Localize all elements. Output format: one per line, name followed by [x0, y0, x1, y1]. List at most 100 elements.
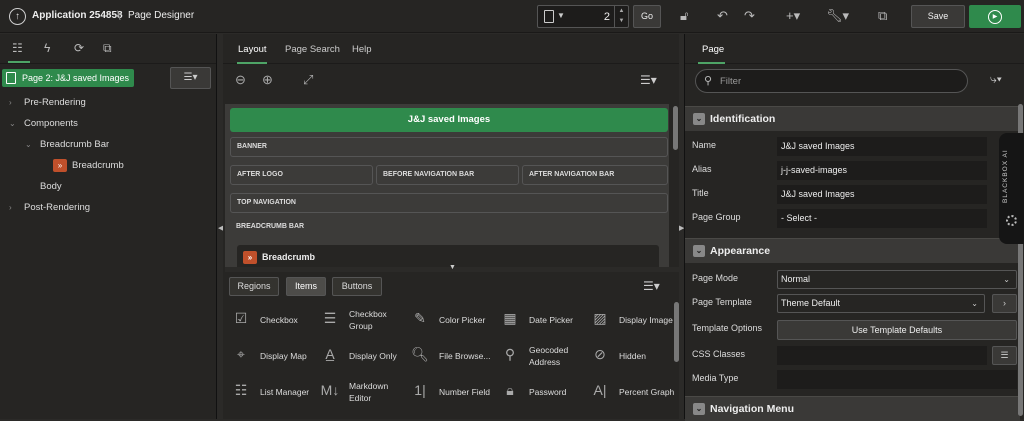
collapse-section-icon[interactable]: ⌄: [693, 403, 705, 415]
css-classes-list-button[interactable]: ☰: [992, 346, 1017, 365]
property-template-options: Template Options Use Template Defaults: [685, 317, 1020, 341]
region-after-navigation-bar[interactable]: AFTER NAVIGATION BAR: [522, 165, 668, 185]
dynamic-actions-tab-icon[interactable]: ϟ: [44, 41, 50, 55]
property-editor: Page ⚲ ⤷▾ ⌄ Identification Name J&J save…: [684, 34, 1024, 421]
shared-components-tab-icon[interactable]: ⧉: [103, 41, 112, 56]
tree-node-components[interactable]: ⌄ Components: [9, 118, 78, 129]
shared-components-icon[interactable]: ⧉: [878, 8, 887, 24]
region-top-navigation[interactable]: TOP NAVIGATION: [230, 193, 668, 213]
collapse-down-icon[interactable]: ▼: [449, 264, 456, 271]
gallery-item-geocoded-address[interactable]: ⚲ Geocoded Address: [496, 338, 584, 376]
gallery-item-number-field[interactable]: 1| Number Field: [406, 374, 494, 412]
collapse-icon[interactable]: ⌄: [25, 140, 32, 149]
tab-help[interactable]: Help: [352, 44, 372, 55]
gallery-item-file-browse[interactable]: 🔍︎ File Browse...: [406, 338, 494, 376]
undo-icon[interactable]: ↶: [717, 8, 728, 24]
region-after-logo[interactable]: AFTER LOGO: [230, 165, 373, 185]
section-appearance[interactable]: ⌄ Appearance: [685, 238, 1020, 263]
chevron-down-icon: ⌄: [971, 299, 978, 308]
tab-regions[interactable]: Regions: [229, 277, 279, 296]
gallery-item-checkbox-group[interactable]: ☰ Checkbox Group: [316, 302, 404, 340]
page-title-banner[interactable]: J&J saved Images: [230, 108, 668, 132]
tab-layout[interactable]: Layout: [238, 44, 267, 55]
gallery-item-date-picker[interactable]: ▦ Date Picker: [496, 302, 584, 340]
section-identification[interactable]: ⌄ Identification: [685, 106, 1020, 131]
expand-icon[interactable]: ›: [9, 98, 12, 107]
title-field[interactable]: J&J saved Images: [777, 185, 987, 204]
page-template-select[interactable]: Theme Default ⌄: [777, 294, 985, 313]
create-menu-icon[interactable]: +▾: [786, 8, 800, 24]
page-selector[interactable]: ▼ 2 ▲ ▼: [537, 5, 629, 28]
zoom-out-icon[interactable]: ⊖: [235, 72, 246, 88]
gallery-item-display-map[interactable]: ⌖ Display Map: [227, 338, 315, 376]
page-mode-select[interactable]: Normal ⌄: [777, 270, 1017, 289]
region-banner[interactable]: BANNER: [230, 137, 668, 157]
tab-page-search[interactable]: Page Search: [285, 44, 340, 55]
go-button[interactable]: Go: [633, 5, 661, 28]
collapse-section-icon[interactable]: ⌄: [693, 245, 705, 257]
tree-menu-button[interactable]: ☰▾: [170, 67, 211, 89]
filter-input[interactable]: [720, 74, 960, 88]
layout-scrollbar[interactable]: [673, 106, 678, 150]
app-home-icon[interactable]: ↑: [9, 8, 26, 25]
tab-page[interactable]: Page: [702, 44, 724, 55]
gallery-item-display-only[interactable]: A̲ Display Only: [316, 338, 404, 376]
media-type-field[interactable]: [777, 370, 1017, 389]
page-number-stepper[interactable]: ▲ ▼: [614, 6, 628, 27]
layout-menu-button[interactable]: ☰▾: [640, 73, 657, 87]
tree-node-breadcrumb[interactable]: » Breadcrumb: [53, 159, 124, 172]
password-icon: 🔒︎: [506, 382, 514, 398]
utilities-wrench-icon[interactable]: 🔧︎▾: [826, 8, 849, 24]
collapse-section-icon[interactable]: ⌄: [693, 113, 705, 125]
gallery-item-percent-graph[interactable]: A| Percent Graph: [586, 374, 675, 412]
gallery-item-markdown-editor[interactable]: M↓ Markdown Editor: [316, 374, 404, 412]
gallery-item-list-manager[interactable]: ☷ List Manager: [227, 374, 315, 412]
gallery-item-password[interactable]: 🔒︎ Password: [496, 374, 584, 412]
collapse-icon[interactable]: ⌄: [9, 119, 16, 128]
rendering-tab-icon[interactable]: ☷: [12, 41, 23, 55]
expand-icon[interactable]: ›: [9, 203, 12, 212]
use-template-defaults-button[interactable]: Use Template Defaults: [777, 320, 1017, 340]
gallery-item-hidden[interactable]: ⊘ Hidden: [586, 338, 674, 376]
layout-canvas[interactable]: J&J saved Images BANNER AFTER LOGO BEFOR…: [225, 104, 669, 270]
file-browse-icon: 🔍︎: [411, 346, 429, 362]
tree-node-breadcrumb-bar[interactable]: ⌄ Breadcrumb Bar: [25, 139, 109, 150]
display-map-icon: ⌖: [237, 346, 245, 362]
gallery-item-display-image[interactable]: ▨ Display Image: [586, 302, 674, 340]
breadcrumb-icon: »: [243, 251, 257, 265]
alias-field[interactable]: j-j-saved-images: [777, 161, 987, 180]
property-alias: Alias j-j-saved-images: [685, 158, 1020, 182]
tree-node-body[interactable]: Body: [40, 181, 62, 192]
property-title: Title J&J saved Images: [685, 182, 1020, 206]
page-group-select[interactable]: - Select -: [777, 209, 987, 228]
gallery-item-color-picker[interactable]: ✎ Color Picker: [406, 302, 494, 340]
tree-node-post-rendering[interactable]: › Post-Rendering: [9, 202, 90, 213]
blackbox-ai-widget[interactable]: BLACKBOX AI: [999, 133, 1024, 244]
run-button[interactable]: ▶: [969, 5, 1021, 28]
gallery-menu-button[interactable]: ☰▾: [643, 279, 660, 293]
application-title[interactable]: Application 254858: [32, 10, 123, 21]
go-to-template-button[interactable]: ›: [992, 294, 1017, 313]
css-classes-field[interactable]: [777, 346, 987, 365]
name-field[interactable]: J&J saved Images: [777, 137, 987, 156]
tab-buttons[interactable]: Buttons: [332, 277, 382, 296]
zoom-in-icon[interactable]: ⊕: [262, 72, 273, 88]
save-button[interactable]: Save: [911, 5, 965, 28]
region-before-navigation-bar[interactable]: BEFORE NAVIGATION BAR: [376, 165, 519, 185]
page-node[interactable]: Page 2: J&J saved Images: [2, 69, 135, 87]
redo-icon[interactable]: ↷: [744, 8, 755, 24]
go-to-group-icon[interactable]: ⤷▾: [990, 72, 1002, 87]
section-navigation-menu[interactable]: ⌄ Navigation Menu: [685, 396, 1020, 421]
filter-box[interactable]: ⚲: [695, 69, 968, 93]
tab-items[interactable]: Items: [286, 277, 326, 296]
gallery-item-checkbox[interactable]: ☑ Checkbox: [227, 302, 315, 340]
processing-tab-icon[interactable]: ⟳: [74, 41, 84, 55]
chevron-down-icon[interactable]: ▼: [557, 11, 565, 20]
lock-icon[interactable]: 🔓︎: [680, 8, 688, 24]
expand-icon[interactable]: ⤢: [303, 72, 313, 88]
list-manager-icon: ☷: [234, 382, 248, 398]
percent-graph-icon: A|: [593, 382, 607, 398]
display-only-icon: A̲: [325, 346, 335, 362]
top-toolbar: ↑ Application 254858 \ Page Designer ▼ 2…: [0, 0, 1024, 33]
tree-node-pre-rendering[interactable]: › Pre-Rendering: [9, 97, 86, 108]
